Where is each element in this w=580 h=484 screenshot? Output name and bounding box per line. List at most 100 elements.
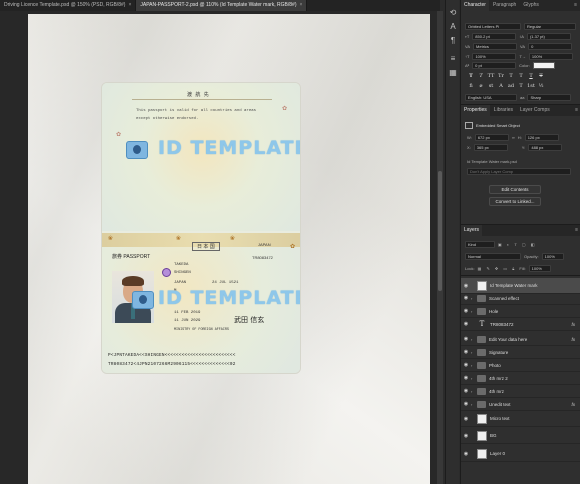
visibility-eye-icon[interactable]: ◉ [461, 401, 471, 407]
text-color-swatch[interactable] [532, 62, 555, 69]
tracking-field[interactable]: 0 [528, 43, 573, 50]
visibility-eye-icon[interactable]: ◉ [461, 388, 471, 394]
layer-row[interactable]: ◉ Micro text [461, 411, 580, 427]
superscript-button[interactable]: T [507, 72, 515, 80]
tab-libraries[interactable]: Libraries [491, 105, 516, 116]
signature: 武田 信玄 [234, 316, 265, 324]
visibility-eye-icon[interactable]: ◉ [461, 349, 471, 355]
panel-menu-icon[interactable]: ≡ [575, 227, 578, 233]
swash-button[interactable]: A [497, 82, 505, 90]
tab-layers[interactable]: Layers [461, 225, 483, 236]
visibility-eye-icon[interactable]: ◉ [461, 336, 471, 342]
lock-icons[interactable]: ▦ ✎ ✥ ▭ 🔒︎ [478, 266, 517, 271]
edit-contents-button[interactable]: Edit Contents [489, 185, 541, 194]
discretionary-ligatures-button[interactable]: st [487, 82, 495, 90]
height-field[interactable]: 126 px [524, 134, 559, 141]
panel-menu-icon[interactable]: ≡ [574, 2, 577, 8]
layer-effects-icon[interactable]: fx [571, 322, 575, 327]
layer-row[interactable]: ◉ › Edit Your data here fx [461, 333, 580, 346]
close-icon[interactable]: × [300, 0, 303, 11]
y-field[interactable]: 488 px [528, 144, 563, 151]
height-label: H: [517, 135, 522, 140]
all-caps-button[interactable]: TT [487, 72, 495, 80]
layer-row[interactable]: ◉ › Hole [461, 305, 580, 318]
layer-row[interactable]: ◉ BG [461, 428, 580, 444]
language-select[interactable]: English: USA [465, 94, 517, 101]
chrysanthemum-icon: ❀ [108, 236, 114, 242]
character-panel-icon[interactable]: A [448, 22, 458, 31]
tab-character[interactable]: Character [461, 0, 489, 11]
fractions-button[interactable]: ½ [537, 82, 545, 90]
layer-row[interactable]: ◉ › Signature [461, 346, 580, 359]
blend-mode-select[interactable]: Normal [465, 253, 521, 260]
panel-menu-icon[interactable]: ≡ [575, 107, 578, 113]
underline-button[interactable]: T [527, 72, 535, 80]
visibility-eye-icon[interactable]: ◉ [461, 416, 471, 422]
width-field[interactable]: 672 px [474, 134, 509, 141]
layer-comp-select[interactable]: Don't Apply Layer Comp [467, 168, 571, 175]
tab-driving-licence[interactable]: Driving Licence Template.psd @ 150% (PSD… [0, 0, 137, 11]
visibility-eye-icon[interactable]: ◉ [461, 283, 471, 289]
visibility-eye-icon[interactable]: ◉ [461, 375, 471, 381]
layer-effects-icon[interactable]: fx [571, 402, 575, 407]
paragraph-panel-icon[interactable]: ¶ [448, 36, 458, 45]
visibility-eye-icon[interactable]: ◉ [461, 451, 471, 457]
chip-icon [162, 268, 171, 277]
filter-icons[interactable]: ▣ ◐ T ▢ ◧ [498, 242, 537, 247]
history-icon[interactable]: ⟲ [448, 8, 458, 17]
opacity-field[interactable]: 100% [541, 253, 564, 260]
anti-alias-select[interactable]: Sharp [527, 94, 572, 101]
layer-row[interactable]: ◉ Layer 0 [461, 446, 580, 462]
x-field[interactable]: 365 px [473, 144, 508, 151]
flower-crest-icon: ✿ [116, 132, 122, 138]
stylistic-alternates-button[interactable]: ad [507, 82, 515, 90]
font-family-select[interactable]: Orbited Letters Pi [465, 23, 521, 30]
filter-kind-select[interactable]: Kind [465, 241, 495, 248]
libraries-panel-icon[interactable]: ▦ [448, 68, 458, 77]
tab-glyphs[interactable]: Glyphs [520, 0, 542, 11]
tab-japan-passport[interactable]: JAPAN-PASSPORT-2.psd @ 110% (Id Template… [136, 0, 308, 11]
layer-row[interactable]: ◉ › 4th mrz 2 [461, 372, 580, 385]
visibility-eye-icon[interactable]: ◉ [461, 362, 471, 368]
layer-row[interactable]: ◉ T TR8083472 fx [461, 318, 580, 331]
layer-row[interactable]: ◉ › Unedit text fx [461, 398, 580, 411]
horizontal-scale-field[interactable]: 100% [528, 53, 573, 60]
layer-effects-icon[interactable]: fx [571, 337, 575, 342]
vertical-scale-field[interactable]: 100% [472, 53, 517, 60]
titling-button[interactable]: T [517, 82, 525, 90]
canvas-scrollbar[interactable] [437, 11, 443, 484]
leading-field[interactable]: (1.37 pt) [526, 33, 571, 40]
convert-to-linked-button[interactable]: Convert to Linked... [489, 197, 541, 206]
old-style-button[interactable]: ø [477, 82, 485, 90]
layer-row[interactable]: ◉ › 4th mrz [461, 385, 580, 398]
tab-properties[interactable]: Properties [461, 105, 490, 116]
close-icon[interactable]: × [128, 0, 131, 11]
layer-row[interactable]: ◉ › Scanned effect [461, 292, 580, 305]
faux-bold-button[interactable]: T [467, 72, 475, 80]
tab-layer-comps[interactable]: Layer Comps [517, 105, 553, 116]
link-icon[interactable]: ∞ [512, 135, 515, 140]
small-caps-button[interactable]: Tr [497, 72, 505, 80]
canvas-workspace[interactable]: 渡 航 先 This passport is valid for all cou… [0, 11, 437, 484]
layer-row[interactable]: ◉ › Photo [461, 359, 580, 372]
visibility-eye-icon[interactable]: ◉ [461, 295, 471, 301]
document-canvas[interactable]: 渡 航 先 This passport is valid for all cou… [28, 14, 430, 484]
properties-panel-icon[interactable]: ≡ [448, 54, 458, 63]
kerning-field[interactable]: Metrics [473, 43, 518, 50]
scrollbar-thumb[interactable] [438, 171, 442, 291]
subscript-button[interactable]: T [517, 72, 525, 80]
visibility-eye-icon[interactable]: ◉ [461, 308, 471, 314]
visibility-eye-icon[interactable]: ◉ [461, 433, 471, 439]
visibility-eye-icon[interactable]: ◉ [461, 321, 471, 327]
fill-field[interactable]: 100% [528, 265, 551, 272]
passport-number: TR8083472 [252, 255, 273, 260]
panel-icon-strip: ⟲ A ¶ ≡ ▦ [445, 0, 459, 484]
strikethrough-button[interactable]: T [537, 72, 545, 80]
ordinals-button[interactable]: 1st [527, 82, 535, 90]
ligatures-button[interactable]: fi [467, 82, 475, 90]
font-size-field[interactable]: 850.2 pt [472, 33, 517, 40]
faux-italic-button[interactable]: T [477, 72, 485, 80]
baseline-field[interactable]: 0 pt [472, 62, 517, 69]
font-style-select[interactable]: Regular [524, 23, 576, 30]
tab-paragraph[interactable]: Paragraph [490, 0, 519, 11]
